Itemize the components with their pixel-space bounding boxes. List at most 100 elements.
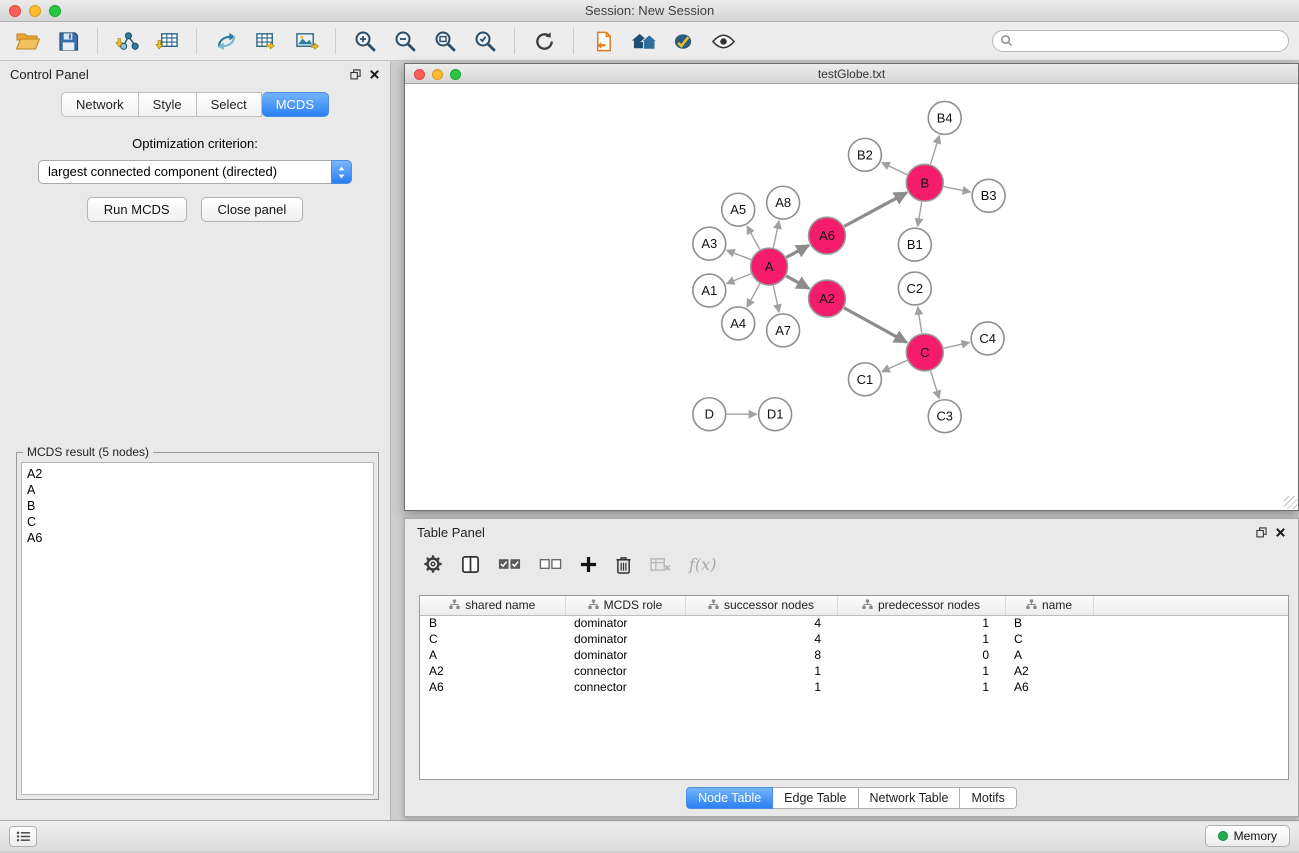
graph-edge-A-A3[interactable] [727,250,751,259]
graph-edge-A2-C[interactable] [844,308,907,343]
float-table-panel-icon[interactable] [1256,527,1267,538]
graph-edge-B-B2[interactable] [882,163,907,175]
graph-edge-A-A8[interactable] [773,221,779,248]
graph-node-C2[interactable]: C2 [898,272,931,305]
graph-node-D[interactable]: D [693,398,726,431]
graph-edge-A-A7[interactable] [773,286,779,313]
graph-node-A2[interactable]: A2 [809,280,846,317]
criterion-dropdown[interactable]: largest connected component (directed) [38,160,352,184]
tab-network-table[interactable]: Network Table [859,787,961,809]
tab-motifs[interactable]: Motifs [960,787,1016,809]
float-panel-icon[interactable] [350,69,361,80]
function-builder-button[interactable]: f(x) [689,555,716,574]
resize-grip[interactable] [1284,496,1297,509]
graph-node-D1[interactable]: D1 [759,398,792,431]
graph-node-C3[interactable]: C3 [928,400,961,433]
tab-edge-table[interactable]: Edge Table [773,787,858,809]
graph-node-A3[interactable]: A3 [693,227,726,260]
minimize-network-window-button[interactable] [432,69,443,80]
zoom-fit-button[interactable] [427,25,463,57]
table-settings-button[interactable] [423,554,443,574]
mcds-result-item[interactable]: C [27,514,368,530]
maximize-network-window-button[interactable] [450,69,461,80]
graph-node-B4[interactable]: B4 [928,101,961,134]
network-canvas[interactable]: B4B2B3A8A5A3B1C2A1A4A7C4C1C3DD1BA6AA2C [405,85,1298,510]
close-table-panel-icon[interactable] [1275,527,1286,538]
tab-node-table[interactable]: Node Table [686,787,773,809]
mcds-result-item[interactable]: A2 [27,466,368,482]
graph-edge-C-C1[interactable] [882,360,907,371]
tab-select[interactable]: Select [197,92,262,117]
graph-node-A[interactable]: A [751,248,788,285]
deselect-all-columns-button[interactable] [539,557,562,571]
refresh-layout-button[interactable] [526,25,562,57]
home-button[interactable] [625,25,661,57]
network-window-titlebar[interactable]: testGlobe.txt [405,64,1298,84]
show-columns-button[interactable] [461,555,480,574]
graph-edge-A6-B[interactable] [844,193,907,227]
close-panel-icon[interactable] [369,69,380,80]
export-network-button[interactable] [208,25,244,57]
mcds-result-item[interactable]: A6 [27,530,368,546]
open-session-button[interactable] [10,25,46,57]
column-header-MCDS-role[interactable]: MCDS role [565,596,685,615]
graph-node-A6[interactable]: A6 [809,217,846,254]
apply-style-button[interactable] [665,25,701,57]
graph-node-A5[interactable]: A5 [722,193,755,226]
column-header-successor-nodes[interactable]: successor nodes [685,596,837,615]
graph-node-B3[interactable]: B3 [972,179,1005,212]
graph-node-A4[interactable]: A4 [722,307,755,340]
delete-table-button[interactable] [650,557,671,572]
task-history-button[interactable] [9,826,37,847]
graph-node-B1[interactable]: B1 [898,228,931,261]
graph-node-C1[interactable]: C1 [848,363,881,396]
delete-column-button[interactable] [615,555,632,574]
export-image-button[interactable] [288,25,324,57]
column-header-predecessor-nodes[interactable]: predecessor nodes [837,596,1005,615]
graph-edge-A-A5[interactable] [747,226,760,250]
graph-edge-C-C3[interactable] [931,371,940,399]
close-network-window-button[interactable] [414,69,425,80]
graph-edge-C-C2[interactable] [918,307,922,333]
table-row[interactable]: A2connector11A2 [420,663,1288,679]
tab-mcds[interactable]: MCDS [262,92,329,117]
graph-node-A1[interactable]: A1 [693,274,726,307]
toolbar-search-input[interactable] [992,30,1289,52]
zoom-in-button[interactable] [347,25,383,57]
mcds-result-item[interactable]: A [27,482,368,498]
table-row[interactable]: A6connector11A6 [420,679,1288,695]
graph-edge-A-A4[interactable] [747,284,760,308]
mcds-result-item[interactable]: B [27,498,368,514]
column-header-name[interactable]: name [1005,596,1093,615]
table-row[interactable]: Bdominator41B [420,615,1288,631]
export-table-button[interactable] [248,25,284,57]
zoom-selected-button[interactable] [467,25,503,57]
table-row[interactable]: Cdominator41C [420,631,1288,647]
graph-edge-C-C4[interactable] [944,342,970,348]
save-session-button[interactable] [50,25,86,57]
graph-edge-B-B4[interactable] [930,136,939,165]
close-panel-button[interactable]: Close panel [201,197,304,222]
table-row[interactable]: Adominator80A [420,647,1288,663]
tab-network[interactable]: Network [61,92,139,117]
select-all-columns-button[interactable] [498,557,521,571]
import-table-from-file-button[interactable] [149,25,185,57]
graph-node-C4[interactable]: C4 [971,322,1004,355]
memory-button[interactable]: Memory [1205,825,1290,847]
graph-node-B2[interactable]: B2 [848,138,881,171]
graph-edge-A-A1[interactable] [726,274,751,284]
network-graph[interactable]: B4B2B3A8A5A3B1C2A1A4A7C4C1C3DD1BA6AA2C [405,85,1298,510]
add-column-button[interactable] [580,556,597,573]
run-mcds-button[interactable]: Run MCDS [87,197,187,222]
graph-edge-B-B1[interactable] [918,202,922,226]
graph-edge-A-A6[interactable] [786,245,809,257]
graph-edge-B-B3[interactable] [944,187,971,192]
show-hide-panel-button[interactable] [705,25,741,57]
graph-edge-A-A2[interactable] [786,276,809,289]
import-network-from-file-button[interactable] [109,25,145,57]
graph-node-C[interactable]: C [906,334,943,371]
tab-style[interactable]: Style [139,92,197,117]
graph-node-B[interactable]: B [906,164,943,201]
node-table-wrap[interactable]: shared nameMCDS rolesuccessor nodesprede… [419,595,1289,780]
column-header-shared-name[interactable]: shared name [420,596,565,615]
